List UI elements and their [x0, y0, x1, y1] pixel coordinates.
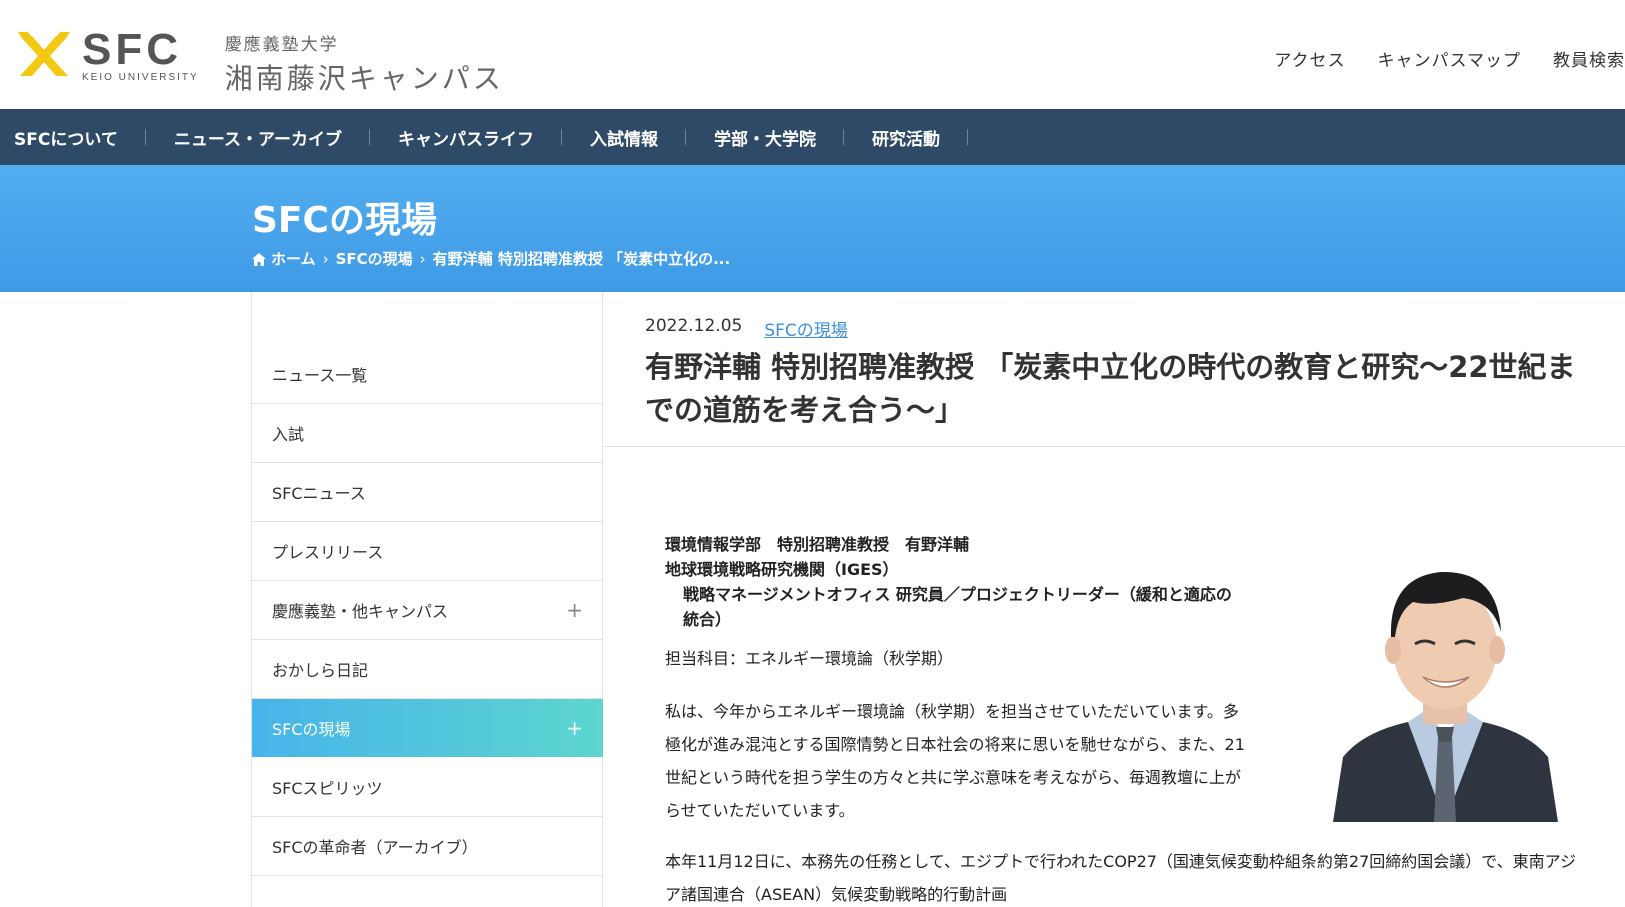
campus-name: 湘南藤沢キャンパス — [224, 62, 504, 95]
profile-line: 地球環境戦略研究機関（IGES） — [665, 560, 899, 579]
site-header: SFC KEIO UNIVERSITY 慶應義塾大学 湘南藤沢キャンパス アクセ… — [0, 0, 1625, 109]
gnav-item-news[interactable]: ニュース・アーカイブ — [146, 109, 371, 165]
chevron-right-icon: › — [322, 249, 329, 268]
sidebar-item-sfc-news[interactable]: SFCニュース — [252, 463, 603, 522]
home-icon — [252, 253, 266, 266]
logo-subtext: KEIO UNIVERSITY — [82, 72, 199, 83]
global-nav: SFCについて ニュース・アーカイブ キャンパスライフ 入試情報 学部・大学院 … — [0, 109, 1625, 165]
site-logo[interactable]: SFC KEIO UNIVERSITY 慶應義塾大学 湘南藤沢キャンパス — [18, 25, 504, 97]
utility-nav: アクセス キャンパスマップ 教員検索 — [1274, 46, 1625, 71]
logo-text: SFC — [82, 25, 182, 74]
sidebar: ニュース一覧 入試 SFCニュース プレスリリース 慶應義塾・他キャンパス + … — [251, 292, 603, 907]
article-title: 有野洋輔 特別招聘准教授 「炭素中立化の時代の教育と研究～22世紀までの道筋を考… — [645, 350, 1576, 427]
sidebar-menu: ニュース一覧 入試 SFCニュース プレスリリース 慶應義塾・他キャンパス + … — [252, 345, 603, 876]
gnav-item-faculties[interactable]: 学部・大学院 — [686, 109, 844, 165]
util-link-faculty-search[interactable]: 教員検索 — [1553, 46, 1625, 71]
breadcrumb-current: 有野洋輔 特別招聘准教授 「炭素中立化の... — [432, 250, 731, 268]
breadcrumb: ホーム › SFCの現場 › 有野洋輔 特別招聘准教授 「炭素中立化の... — [252, 248, 730, 269]
util-link-access[interactable]: アクセス — [1274, 46, 1345, 71]
article-meta: 2022.12.05 SFCの現場 — [645, 316, 848, 341]
profile-line: 環境情報学部 特別招聘准教授 有野洋輔 — [665, 535, 970, 554]
gnav-item-about[interactable]: SFCについて — [0, 109, 146, 165]
logo-wordmark: SFC KEIO UNIVERSITY — [82, 25, 199, 84]
page-hero: SFCの現場 ホーム › SFCの現場 › 有野洋輔 特別招聘准教授 「炭素中立… — [0, 165, 1625, 292]
gnav-item-admissions[interactable]: 入試情報 — [562, 109, 686, 165]
sidebar-item-press-release[interactable]: プレスリリース — [252, 522, 603, 581]
chevron-right-icon: › — [419, 249, 426, 268]
sidebar-item-admissions[interactable]: 入試 — [252, 404, 603, 463]
plus-icon[interactable]: + — [566, 716, 583, 740]
sidebar-item-sfc-genba[interactable]: SFCの現場 + — [252, 699, 603, 758]
sidebar-item-label: SFCの革命者（アーカイブ） — [272, 838, 478, 857]
sidebar-item-label: SFCニュース — [272, 484, 366, 503]
article-main: 2022.12.05 SFCの現場 有野洋輔 特別招聘准教授 「炭素中立化の時代… — [603, 292, 1625, 907]
sidebar-item-sfc-revolutionaries[interactable]: SFCの革命者（アーカイブ） — [252, 817, 603, 876]
plus-icon[interactable]: + — [566, 598, 583, 622]
sidebar-item-label: プレスリリース — [272, 543, 384, 562]
author-portrait-photo — [1323, 532, 1568, 822]
article-paragraph: 私は、今年からエネルギー環境論（秋学期）を担当させていただいています。多極化が進… — [665, 702, 1245, 820]
util-link-campus-map[interactable]: キャンパスマップ — [1378, 46, 1522, 71]
sidebar-item-label: SFCスピリッツ — [272, 779, 383, 798]
sidebar-item-label: ニュース一覧 — [272, 366, 368, 385]
sidebar-item-label: おかしら日記 — [272, 661, 369, 680]
sidebar-item-sfc-spirits[interactable]: SFCスピリッツ — [252, 758, 603, 817]
article-date: 2022.12.05 — [645, 316, 743, 336]
sfc-x-logo-icon — [18, 32, 70, 76]
author-profile: 環境情報学部 特別招聘准教授 有野洋輔 地球環境戦略研究機関（IGES） 戦略マ… — [665, 532, 1237, 632]
breadcrumb-home[interactable]: ホーム — [271, 248, 316, 269]
article-category-link[interactable]: SFCの現場 — [764, 316, 847, 341]
logo-japanese-name: 慶應義塾大学 湘南藤沢キャンパス — [225, 30, 504, 97]
university-name: 慶應義塾大学 — [224, 35, 339, 55]
sidebar-item-label: SFCの現場 — [272, 720, 351, 739]
gnav-item-campus-life[interactable]: キャンパスライフ — [370, 109, 562, 165]
sidebar-item-label: 慶應義塾・他キャンパス — [272, 602, 449, 621]
profile-line: 戦略マネージメントオフィス 研究員／プロジェクトリーダー（緩和と適応の統合） — [683, 585, 1232, 629]
sidebar-item-news-list[interactable]: ニュース一覧 — [252, 345, 603, 404]
course-subject: 担当科目：エネルギー環境論（秋学期） — [665, 649, 954, 668]
breadcrumb-category[interactable]: SFCの現場 — [336, 248, 413, 269]
sidebar-item-label: 入試 — [272, 425, 305, 444]
sidebar-item-okashira-diary[interactable]: おかしら日記 — [252, 640, 603, 699]
title-divider — [603, 446, 1625, 447]
article-paragraph: 本年11月12日に、本務先の任務として、エジプトで行われたCOP27（国連気候変… — [665, 852, 1577, 904]
gnav-item-research[interactable]: 研究活動 — [844, 109, 968, 165]
sidebar-item-keio-campuses[interactable]: 慶應義塾・他キャンパス + — [252, 581, 603, 640]
page-title: SFCの現場 — [252, 200, 437, 241]
